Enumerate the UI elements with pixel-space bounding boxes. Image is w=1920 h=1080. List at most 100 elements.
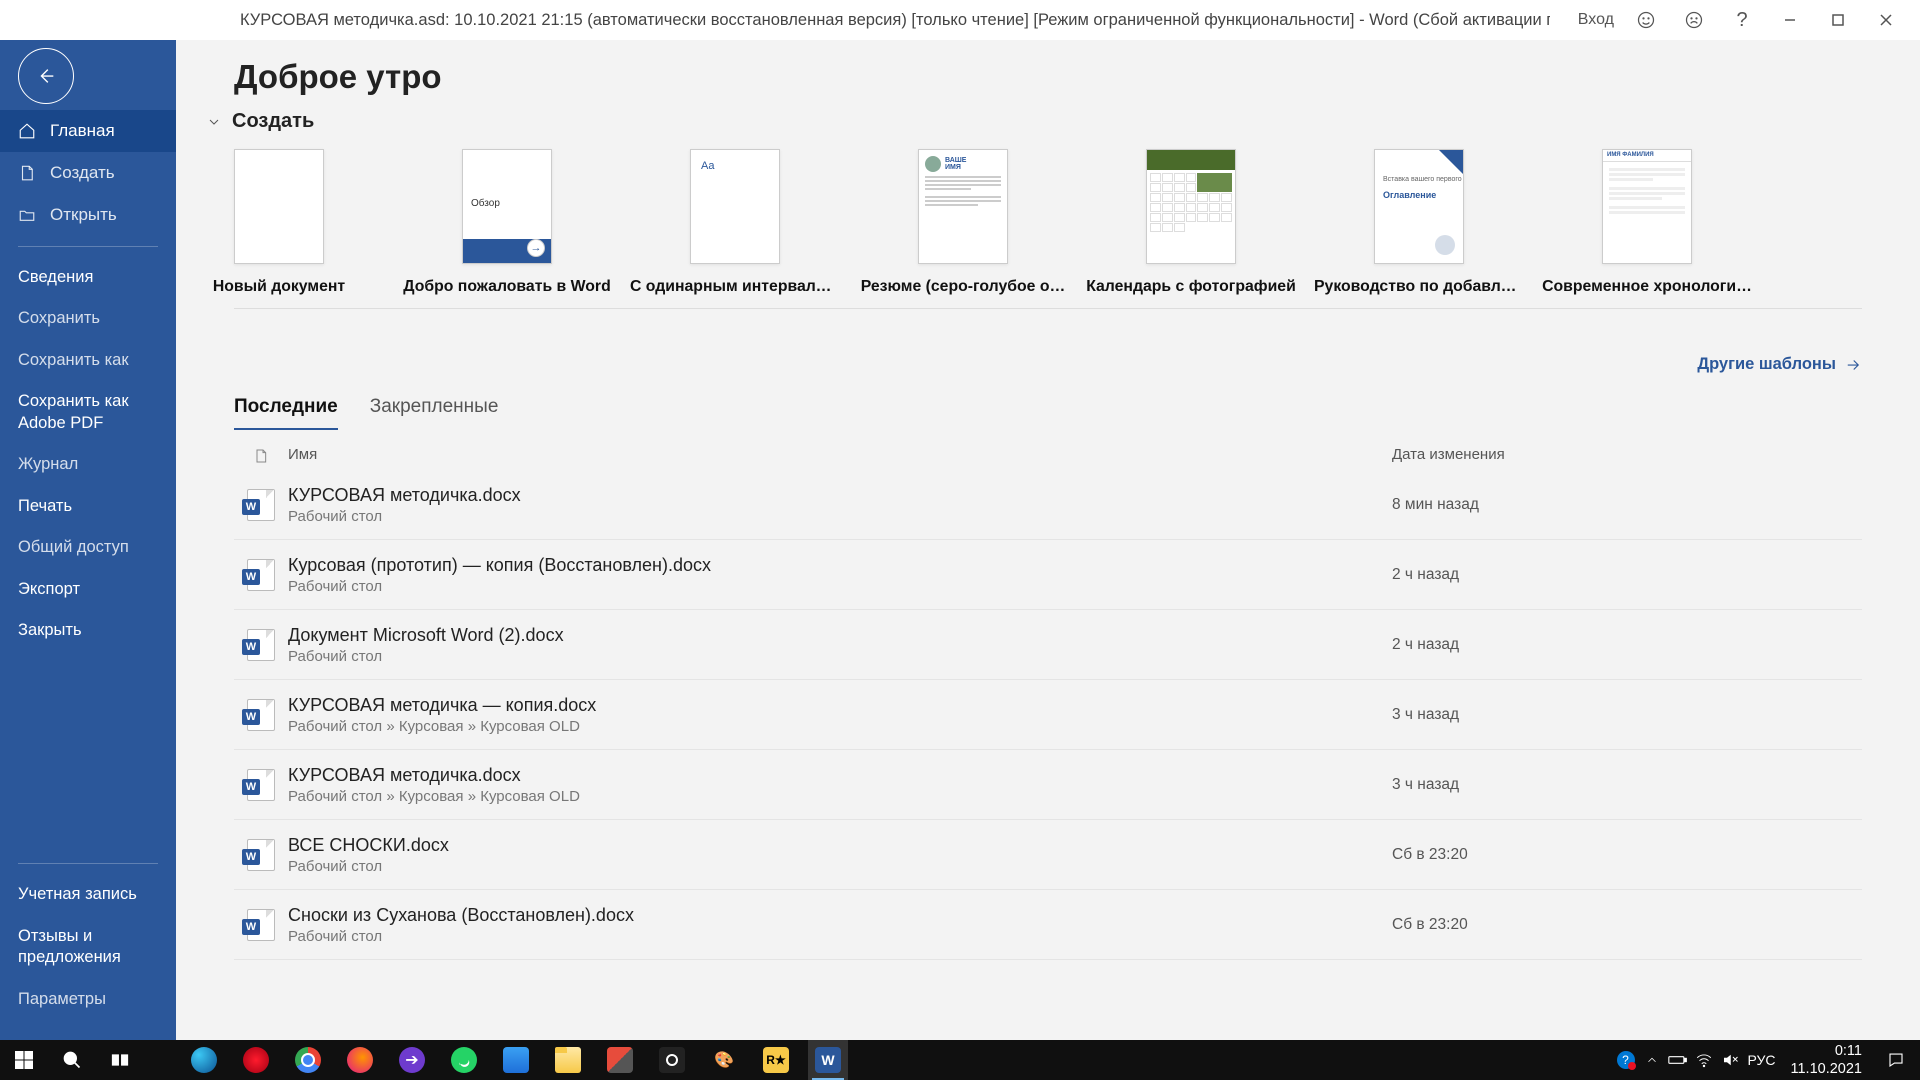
nav-save[interactable]: Сохранить	[0, 298, 176, 339]
app-word[interactable]: W	[808, 1040, 848, 1080]
file-icon	[234, 489, 288, 521]
file-name: Курсовая (прототип) — копия (Восстановле…	[288, 555, 1392, 576]
nav-export[interactable]: Экспорт	[0, 569, 176, 610]
app-rockstar[interactable]: R★	[756, 1040, 796, 1080]
file-icon-col	[234, 446, 288, 466]
clock-date: 11.10.2021	[1791, 1060, 1863, 1078]
nav-create[interactable]: Создать	[0, 152, 176, 194]
file-path: Рабочий стол	[288, 508, 1392, 525]
app-opera[interactable]	[236, 1040, 276, 1080]
app-edge[interactable]	[184, 1040, 224, 1080]
minimize-button[interactable]	[1766, 0, 1814, 40]
more-templates-link[interactable]: Другие шаблоны	[176, 355, 1862, 374]
file-row[interactable]: Курсовая (прототип) — копия (Восстановле…	[234, 540, 1862, 610]
nav-save-as[interactable]: Сохранить как	[0, 340, 176, 381]
nav-open-label: Открыть	[50, 205, 117, 225]
template-toc-guide[interactable]: Вставка вашего первого Оглавление Руково…	[1374, 149, 1464, 296]
task-view-button[interactable]	[96, 1040, 144, 1080]
main-area: Доброе утро Создать Новый документ Обзор…	[176, 40, 1920, 1040]
template-thumb	[1146, 149, 1236, 264]
nav-print[interactable]: Печать	[0, 486, 176, 527]
nav-close[interactable]: Закрыть	[0, 610, 176, 651]
help-icon[interactable]: ?	[1718, 0, 1766, 40]
file-row[interactable]: ВСЕ СНОСКИ.docx Рабочий стол Сб в 23:20	[234, 820, 1862, 890]
file-row[interactable]: КУРСОВАЯ методичка.docx Рабочий стол 8 м…	[234, 470, 1862, 540]
nav-home[interactable]: Главная	[0, 110, 176, 152]
tray-lang[interactable]: РУС	[1743, 1040, 1781, 1080]
template-label: Добро пожаловать в Word	[402, 278, 612, 296]
app-explorer[interactable]	[548, 1040, 588, 1080]
file-name: Сноски из Суханова (Восстановлен).docx	[288, 905, 1392, 926]
app-purple[interactable]: ➔	[392, 1040, 432, 1080]
template-single-spaced[interactable]: Aa С одинарным интервало…	[690, 149, 780, 296]
col-name[interactable]: Имя	[288, 446, 1392, 466]
app-ccleaner[interactable]	[600, 1040, 640, 1080]
create-section-toggle[interactable]: Создать	[206, 110, 1920, 133]
nav-share[interactable]: Общий доступ	[0, 527, 176, 568]
nav-account[interactable]: Учетная запись	[0, 874, 176, 915]
back-button[interactable]	[18, 48, 74, 104]
file-name: КУРСОВАЯ методичка.docx	[288, 485, 1392, 506]
file-icon	[234, 559, 288, 591]
sidebar: Главная Создать Открыть Сведения Сохрани…	[0, 40, 176, 1040]
col-date[interactable]: Дата изменения	[1392, 446, 1862, 466]
app-camera[interactable]	[652, 1040, 692, 1080]
arrow-right-icon	[1844, 356, 1862, 374]
template-blank[interactable]: Новый документ	[234, 149, 324, 296]
tray-volume-icon[interactable]	[1717, 1040, 1743, 1080]
tray-battery-icon[interactable]	[1665, 1040, 1691, 1080]
file-path: Рабочий стол	[288, 858, 1392, 875]
template-chrono-resume[interactable]: ИМЯ ФАМИЛИЯ Современное хронологи…	[1602, 149, 1692, 296]
file-row[interactable]: Документ Microsoft Word (2).docx Рабочий…	[234, 610, 1862, 680]
create-section-label: Создать	[232, 110, 314, 133]
template-thumb: ВАШЕИМЯ	[918, 149, 1008, 264]
tray-wifi-icon[interactable]	[1691, 1040, 1717, 1080]
file-date: 8 мин назад	[1392, 496, 1862, 514]
file-name: Документ Microsoft Word (2).docx	[288, 625, 1392, 646]
nav-history[interactable]: Журнал	[0, 444, 176, 485]
file-icon	[234, 629, 288, 661]
search-button[interactable]	[48, 1040, 96, 1080]
nav-save-pdf[interactable]: Сохранить как Adobe PDF	[0, 381, 176, 444]
template-calendar[interactable]: Календарь с фотографией	[1146, 149, 1236, 296]
file-date: 2 ч назад	[1392, 566, 1862, 584]
app-whatsapp[interactable]	[444, 1040, 484, 1080]
file-path: Рабочий стол » Курсовая » Курсовая OLD	[288, 718, 1392, 735]
nav-feedback[interactable]: Отзывы и предложения	[0, 916, 176, 979]
tray-clock[interactable]: 0:11 11.10.2021	[1781, 1042, 1873, 1078]
recent-tabs: Последние Закрепленные	[234, 396, 1920, 430]
file-row[interactable]: КУРСОВАЯ методичка.docx Рабочий стол » К…	[234, 750, 1862, 820]
taskbar-left	[0, 1040, 144, 1080]
app-chrome[interactable]	[288, 1040, 328, 1080]
divider	[234, 308, 1862, 309]
tray-help-icon[interactable]: ?	[1613, 1040, 1639, 1080]
tab-pinned[interactable]: Закрепленные	[370, 396, 499, 430]
template-label: Резюме (серо-голубое о…	[858, 278, 1068, 296]
face-sad-icon[interactable]	[1670, 0, 1718, 40]
app-firefox[interactable]	[340, 1040, 380, 1080]
titlebar: КУРСОВАЯ методичка.asd: 10.10.2021 21:15…	[0, 0, 1920, 40]
face-happy-icon[interactable]	[1622, 0, 1670, 40]
tab-recent[interactable]: Последние	[234, 396, 338, 430]
template-welcome[interactable]: Обзор → Добро пожаловать в Word	[462, 149, 552, 296]
start-button[interactable]	[0, 1040, 48, 1080]
nav-options[interactable]: Параметры	[0, 979, 176, 1020]
nav-info[interactable]: Сведения	[0, 257, 176, 298]
file-info: ВСЕ СНОСКИ.docx Рабочий стол	[288, 835, 1392, 875]
tray-notifications-icon[interactable]	[1872, 1040, 1920, 1080]
taskbar-apps: ➔ 🎨 R★ W	[184, 1040, 848, 1080]
folder-open-icon	[18, 206, 36, 224]
close-button[interactable]	[1862, 0, 1910, 40]
template-resume[interactable]: ВАШЕИМЯ Резюме (серо-голубое о…	[918, 149, 1008, 296]
login-link[interactable]: Вход	[1578, 11, 1614, 29]
file-row[interactable]: Сноски из Суханова (Восстановлен).docx Р…	[234, 890, 1862, 960]
titlebar-controls: Вход ?	[1578, 0, 1910, 40]
nav-open[interactable]: Открыть	[0, 194, 176, 236]
maximize-button[interactable]	[1814, 0, 1862, 40]
app-mail[interactable]	[496, 1040, 536, 1080]
file-row[interactable]: КУРСОВАЯ методичка — копия.docx Рабочий …	[234, 680, 1862, 750]
app-paint[interactable]: 🎨	[704, 1040, 744, 1080]
tray-chevron-up-icon[interactable]	[1639, 1040, 1665, 1080]
file-icon	[234, 769, 288, 801]
file-list-header: Имя Дата изменения	[234, 446, 1862, 466]
